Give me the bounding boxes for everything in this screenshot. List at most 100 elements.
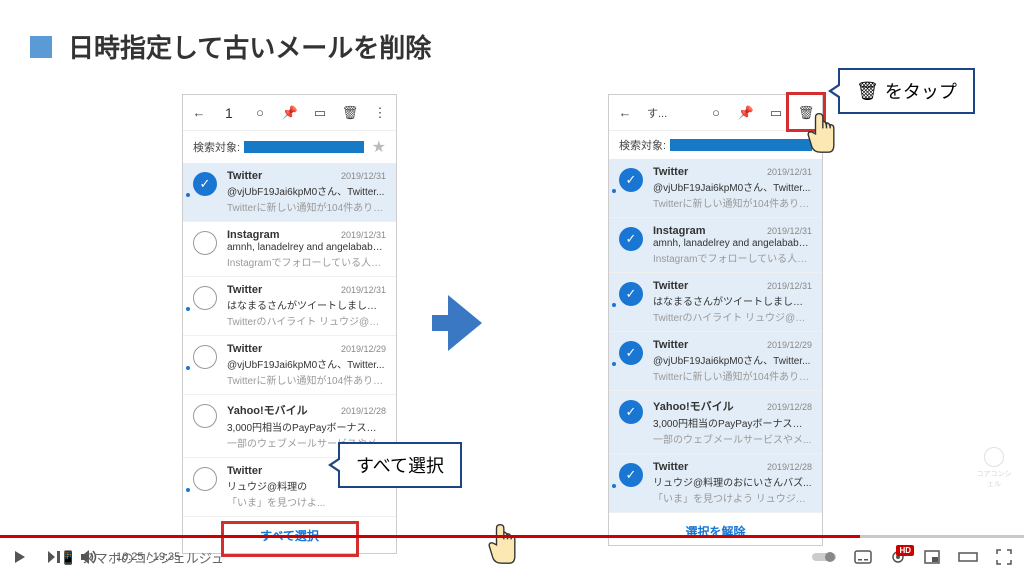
star-icon[interactable]: ★ <box>372 137 386 157</box>
pointer-hand-icon <box>802 110 840 154</box>
email-checkbox[interactable] <box>193 467 217 491</box>
email-checkbox[interactable]: ✓ <box>619 227 643 251</box>
toolbar-left: ← 1 ○ 📌 ▭ 🗑 ⋮ <box>183 95 396 131</box>
email-subject: amnh, lanadelrey and angelababyct... <box>653 238 812 249</box>
email-subject: @vjUbF19Jai6kpM0さん、Twitter... <box>227 183 386 198</box>
email-preview: 「いま」を見つけよ... <box>227 494 386 509</box>
email-preview: Twitterのハイライト リュウジ@料... <box>653 309 812 324</box>
trash-icon[interactable]: 🗑 <box>342 105 358 121</box>
settings-button[interactable]: HD <box>890 549 906 565</box>
email-sender: Instagram <box>653 225 706 237</box>
slide-title-section: 日時指定して古いメールを削除 <box>30 28 431 65</box>
email-sender: Yahoo!モバイル <box>653 398 734 414</box>
search-bar[interactable] <box>670 139 812 151</box>
unread-dot-icon <box>186 307 190 311</box>
callout-tap-trash: 🗑 をタップ <box>838 68 975 114</box>
email-preview: 「いま」を見つけよう リュウジ@... <box>653 490 812 505</box>
email-sender: Instagram <box>227 229 280 241</box>
email-sender: Twitter <box>653 339 688 351</box>
search-row: 検索対象: <box>609 131 822 159</box>
play-button[interactable] <box>12 549 28 565</box>
email-body: Yahoo!モバイル 2019/12/28 3,000円相当のPayPayボーナスラ… <box>653 398 812 446</box>
email-checkbox[interactable]: ✓ <box>193 172 217 196</box>
transition-arrow-icon <box>448 295 482 351</box>
slide-title: 日時指定して古いメールを削除 <box>68 28 431 65</box>
email-body: Twitter2019/12/31はなまるさんがツイートしました:...Twit… <box>227 284 386 328</box>
progress-bar[interactable] <box>0 535 1024 538</box>
email-row[interactable]: ✓ Instagram 2019/12/31 amnh, lanadelrey and… <box>609 218 822 273</box>
email-row[interactable]: ✓ Twitter2019/12/31@vjUbF19Jai6kpM0さん、Twi… <box>609 159 822 218</box>
email-checkbox[interactable] <box>193 286 217 310</box>
email-body: Twitter2019/12/31はなまるさんがツイートしました:...Twit… <box>653 280 812 324</box>
email-date: 2019/12/29 <box>341 344 386 354</box>
email-preview: Twitterのハイライト リュウジ@料... <box>227 313 386 328</box>
email-preview: 一部のウェブメールサービスやメ... <box>653 431 812 446</box>
email-row[interactable]: ✓ Yahoo!モバイル 2019/12/28 3,000円相当のPayPayボーナス… <box>609 391 822 454</box>
email-row[interactable]: ✓ Twitter2019/12/31@vjUbF19Jai6kpM0さん、Twi… <box>183 163 396 222</box>
email-checkbox[interactable] <box>193 231 217 255</box>
email-date: 2019/12/31 <box>767 226 812 236</box>
more-icon[interactable]: ⋮ <box>372 105 388 121</box>
email-date: 2019/12/28 <box>767 462 812 472</box>
email-list-right: ✓Twitter2019/12/31@vjUbF19Jai6kpM0さん、Twi… <box>609 159 822 513</box>
email-sender: Twitter <box>653 280 688 292</box>
email-body: Twitter2019/12/31@vjUbF19Jai6kpM0さん、Twit… <box>227 170 386 214</box>
circle-icon[interactable]: ○ <box>708 105 724 121</box>
quality-badge: HD <box>896 545 914 556</box>
theater-button[interactable] <box>958 550 978 564</box>
email-row[interactable]: ✓Twitter2019/12/28リュウジ@料理のおにいさんバズ...「いま」… <box>609 454 822 513</box>
email-checkbox[interactable]: ✓ <box>619 282 643 306</box>
pin-icon[interactable]: 📌 <box>282 105 298 121</box>
email-checkbox[interactable] <box>193 345 217 369</box>
email-subject: はなまるさんがツイートしました:... <box>227 297 386 312</box>
email-row[interactable]: Instagram 2019/12/31 amnh, lanadelrey and … <box>183 222 396 277</box>
email-row[interactable]: Twitter2019/12/29@vjUbF19Jai6kpM0さん、Twit… <box>183 336 396 395</box>
back-arrow-icon[interactable]: ← <box>191 105 207 121</box>
email-checkbox[interactable]: ✓ <box>619 341 643 365</box>
slide-content: 日時指定して古いメールを削除 ← 1 ○ 📌 ▭ 🗑 ⋮ 検索対象: ★ ✓ Tw… <box>0 0 1024 535</box>
email-preview: Twitterに新しい通知が104件ありま... <box>653 195 812 210</box>
unread-dot-icon <box>186 488 190 492</box>
email-subject: @vjUbF19Jai6kpM0さん、Twitter... <box>653 352 812 367</box>
email-sender: Twitter <box>227 170 262 182</box>
channel-brand: 📱スマホのコンシェルジュ <box>60 548 224 567</box>
email-row[interactable]: ✓Twitter2019/12/29@vjUbF19Jai6kpM0さん、Twi… <box>609 332 822 391</box>
callout-text: をタップ <box>885 78 957 104</box>
email-preview: Twitterに新しい通知が104件ありま... <box>653 368 812 383</box>
pin-icon[interactable]: 📌 <box>738 105 754 121</box>
email-sender: Yahoo!モバイル <box>227 402 308 418</box>
archive-icon[interactable]: ▭ <box>768 105 784 121</box>
email-subject: リュウジ@料理のおにいさんバズ... <box>653 474 812 489</box>
email-subject: 3,000円相当のPayPayボーナスライ... <box>227 419 386 434</box>
fullscreen-button[interactable] <box>996 549 1012 565</box>
search-row: 検索対象: ★ <box>183 131 396 163</box>
email-preview: Instagramでフォローしている人の... <box>653 250 812 265</box>
search-label: 検索対象: <box>619 137 666 153</box>
email-body: Twitter2019/12/31@vjUbF19Jai6kpM0さん、Twit… <box>653 166 812 210</box>
email-checkbox[interactable]: ✓ <box>619 463 643 487</box>
email-subject: はなまるさんがツイートしました:... <box>653 293 812 308</box>
progress-fill <box>0 535 860 538</box>
email-date: 2019/12/31 <box>341 285 386 295</box>
email-subject: amnh, lanadelrey and angelababyct... <box>227 242 386 253</box>
search-label: 検索対象: <box>193 139 240 155</box>
back-arrow-icon[interactable]: ← <box>617 105 633 121</box>
search-bar[interactable] <box>244 141 364 153</box>
archive-icon[interactable]: ▭ <box>312 105 328 121</box>
email-checkbox[interactable]: ✓ <box>619 400 643 424</box>
email-date: 2019/12/31 <box>341 230 386 240</box>
watermark: コアコンシェル <box>974 447 1014 487</box>
miniplayer-button[interactable] <box>924 550 940 564</box>
email-date: 2019/12/28 <box>767 402 812 412</box>
email-body: Twitter2019/12/29@vjUbF19Jai6kpM0さん、Twit… <box>227 343 386 387</box>
email-row[interactable]: ✓ Twitter2019/12/31はなまるさんがツイートしました:...Twi… <box>609 273 822 332</box>
email-checkbox[interactable]: ✓ <box>619 168 643 192</box>
captions-button[interactable] <box>854 550 872 564</box>
email-subject: 3,000円相当のPayPayボーナスライ... <box>653 415 812 430</box>
selection-count: 1 <box>225 105 233 121</box>
circle-icon[interactable]: ○ <box>252 105 268 121</box>
email-checkbox[interactable] <box>193 404 217 428</box>
email-row[interactable]: Twitter2019/12/31はなまるさんがツイートしました:...Twit… <box>183 277 396 336</box>
email-sender: Twitter <box>653 166 688 178</box>
autoplay-toggle[interactable] <box>812 551 836 563</box>
